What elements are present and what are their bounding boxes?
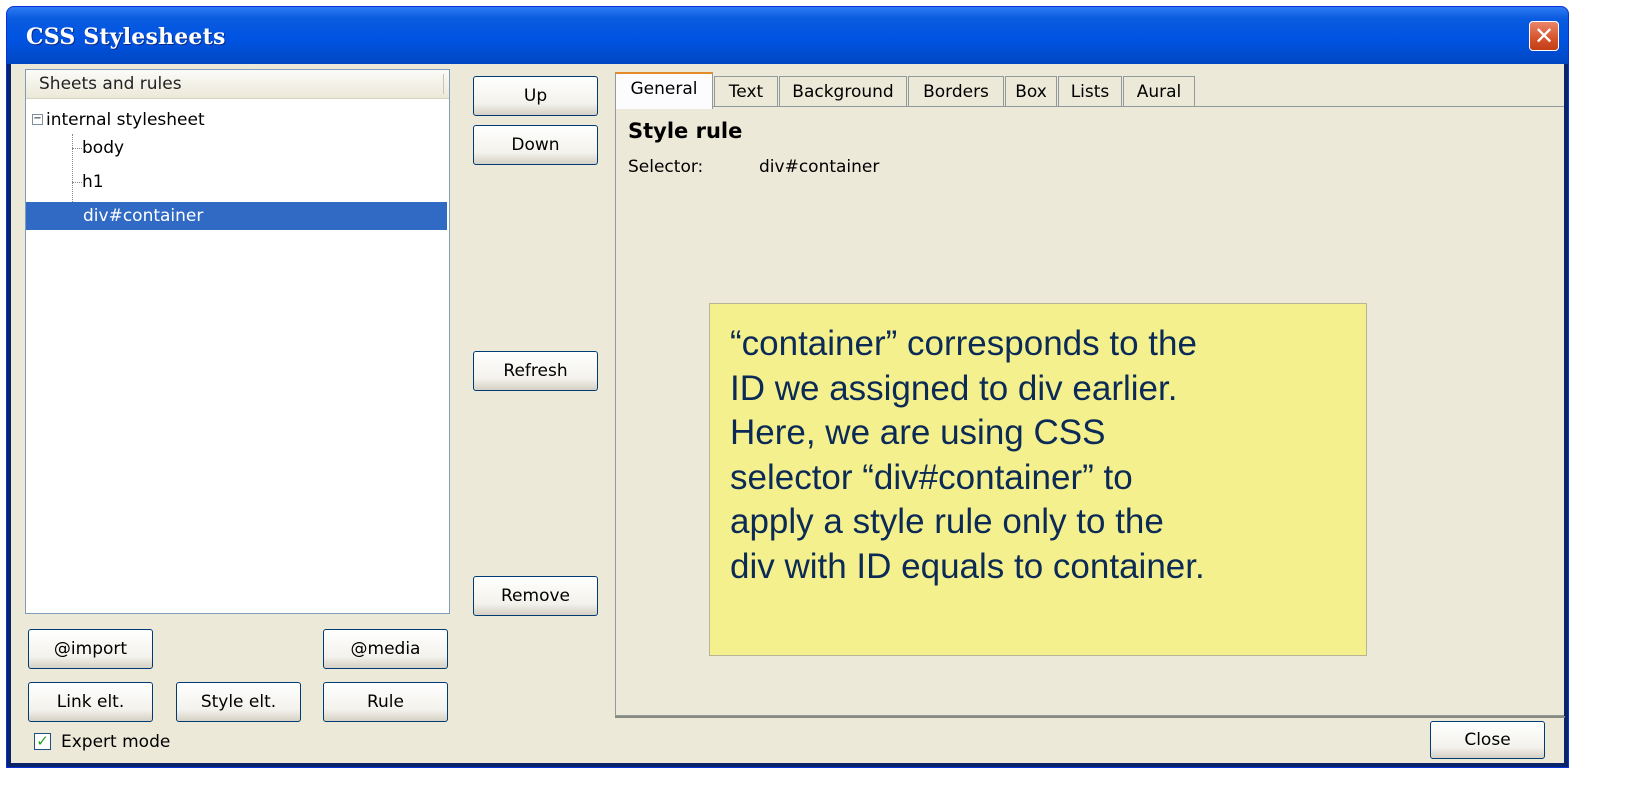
tab-borders[interactable]: Borders [908, 76, 1004, 108]
link-element-button[interactable]: Link elt. [28, 682, 153, 722]
tab-background[interactable]: Background [779, 76, 907, 108]
tab-box[interactable]: Box [1005, 76, 1057, 108]
expert-mode-label[interactable]: Expert mode [61, 733, 170, 752]
annotation-callout: “container” corresponds to the ID we ass… [709, 303, 1367, 656]
tree-node-body[interactable]: body [82, 134, 124, 162]
remove-button[interactable]: Remove [473, 576, 598, 616]
tab-lists[interactable]: Lists [1058, 76, 1122, 108]
title-bar[interactable]: CSS Stylesheets ✕ [7, 7, 1568, 64]
close-button[interactable]: Close [1430, 721, 1545, 759]
callout-line: ID we assigned to div earlier. [730, 368, 1178, 408]
media-button[interactable]: @media [323, 629, 448, 669]
refresh-button[interactable]: Refresh [473, 351, 598, 391]
callout-line: apply a style rule only to the [730, 502, 1164, 541]
tree-header[interactable]: Sheets and rules [26, 70, 449, 99]
selector-label: Selector: [628, 157, 704, 177]
tree-collapse-icon[interactable]: − [32, 113, 43, 125]
tab-aural[interactable]: Aural [1123, 76, 1195, 108]
general-tab-page: Style rule Selector: div#container “cont… [615, 106, 1565, 718]
selector-value: div#container [759, 157, 880, 177]
expert-mode-checkbox[interactable]: ✓ [34, 733, 51, 750]
checkmark-icon: ✓ [36, 732, 49, 750]
tree-node-internal-stylesheet[interactable]: − internal stylesheet [32, 106, 205, 134]
close-icon[interactable]: ✕ [1529, 21, 1559, 51]
css-stylesheets-window: CSS Stylesheets ✕ Sheets and rules − inte… [6, 6, 1569, 768]
callout-line: Here, we are using CSS [730, 413, 1106, 452]
dialog-client-area: Sheets and rules − internal stylesheet bo… [11, 64, 1565, 763]
tab-text[interactable]: Text [714, 76, 778, 108]
callout-line: “container” corresponds to the [730, 324, 1197, 363]
up-button[interactable]: Up [473, 76, 598, 116]
down-button[interactable]: Down [473, 125, 598, 165]
callout-line: div with ID equals to container. [730, 546, 1205, 586]
import-button[interactable]: @import [28, 629, 153, 669]
tree-connector [72, 148, 82, 149]
style-rule-heading: Style rule [628, 119, 743, 143]
tree-node-label: internal stylesheet [46, 110, 205, 130]
window-title: CSS Stylesheets [26, 24, 226, 50]
sheets-tree[interactable]: Sheets and rules − internal stylesheet bo… [25, 69, 450, 614]
rule-button[interactable]: Rule [323, 682, 448, 722]
tree-connector [72, 182, 82, 183]
tree-node-h1[interactable]: h1 [82, 168, 104, 196]
style-element-button[interactable]: Style elt. [176, 682, 301, 722]
tab-general[interactable]: General [615, 72, 713, 109]
callout-line: selector “div#container” to [730, 457, 1133, 497]
tree-node-div-container[interactable]: div#container [26, 202, 447, 230]
